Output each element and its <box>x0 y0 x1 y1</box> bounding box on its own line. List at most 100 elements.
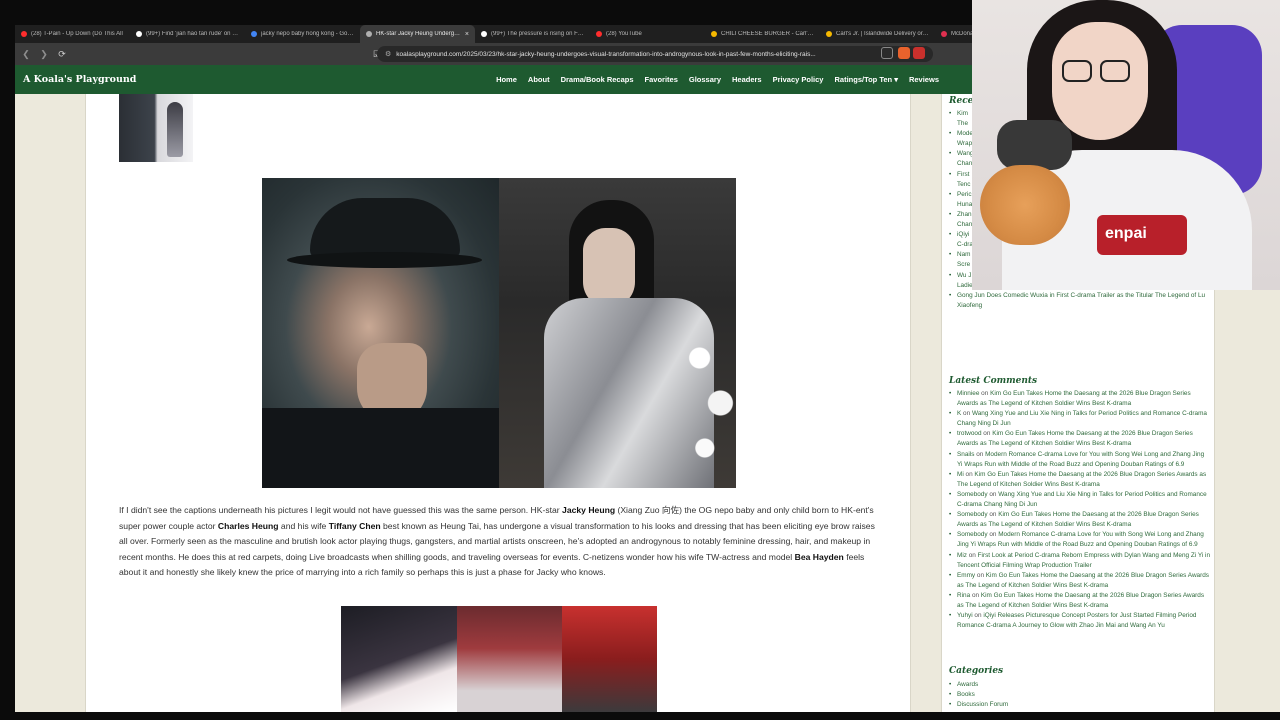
comment-author[interactable]: Snails <box>957 451 974 458</box>
nav-item[interactable]: Home <box>496 75 517 84</box>
category-label: Discussion Forum <box>957 701 1009 709</box>
comment-post-link[interactable]: Wang Xing Yue and Liu Xie Ning in Talks … <box>957 410 1207 427</box>
browser-tab[interactable]: HK-star Jacky Heung Undergoes × <box>360 25 475 43</box>
comment-post-link[interactable]: iQiyi Releases Picturesque Concept Poste… <box>957 612 1196 629</box>
comment-author[interactable]: K <box>957 410 961 417</box>
browser-tab[interactable]: (28) T-Pain - Up Down (Do This All <box>15 25 130 43</box>
category-label: Awards <box>957 681 979 688</box>
recent-post-title: Wang <box>957 150 974 158</box>
comment-item: Snails on Modern Romance C-drama Love fo… <box>949 450 1211 470</box>
category-item[interactable]: Discussion Forum <box>949 700 1211 710</box>
comment-post-link[interactable]: Kim Go Eun Takes Home the Daesang at the… <box>957 430 1193 447</box>
comment-on-word: on <box>976 571 984 579</box>
screen: (28) T-Pain - Up Down (Do This All (99+) … <box>0 0 1280 720</box>
nav-item[interactable]: Privacy Policy <box>773 75 824 84</box>
microphone <box>997 120 1072 170</box>
recent-post-item[interactable]: Gong Jun Does Comedic Wuxia in First C-d… <box>949 291 1211 311</box>
site-brand[interactable]: A Koala's Playground <box>23 74 136 85</box>
category-item[interactable]: Awards <box>949 680 1211 690</box>
comment-author[interactable]: Mi <box>957 471 964 478</box>
recent-post-title-cont: Scre <box>957 261 971 269</box>
close-tab-icon[interactable]: × <box>465 31 469 38</box>
recent-post-title: Zhan <box>957 210 972 218</box>
comment-author[interactable]: Yuhyi <box>957 612 973 619</box>
recent-post-title-cont: Chan <box>957 160 973 168</box>
category-label: Books <box>957 691 975 699</box>
comment-item: Somebody on Wang Xing Yue and Liu Xie Ni… <box>949 490 1211 510</box>
event-photos[interactable] <box>341 606 657 712</box>
nav-item[interactable]: Glossary <box>689 75 721 84</box>
comment-on-word: on <box>968 551 976 559</box>
nav-item[interactable]: Ratings/Top Ten ▾ <box>834 75 897 84</box>
comment-post-link[interactable]: Kim Go Eun Takes Home the Daesang at the… <box>957 572 1209 589</box>
nav-item[interactable]: About <box>528 75 550 84</box>
browser-tab[interactable]: CHILI CHEESE BURGER - Carl's Jr. <box>705 25 820 43</box>
back-icon[interactable]: ❮ <box>19 47 33 61</box>
comment-post-link[interactable]: Kim Go Eun Takes Home the Daesang at the… <box>957 390 1191 407</box>
recent-post-title: Peric <box>957 190 972 198</box>
comment-author[interactable]: Somebody <box>957 531 988 538</box>
comment-author[interactable]: Emmy <box>957 572 975 579</box>
comment-item: Somebody on Modern Romance C-drama Love … <box>949 530 1211 550</box>
comment-post-link[interactable]: First Look at Period C-drama Reborn Empr… <box>957 552 1210 569</box>
comment-on-word: on <box>981 390 989 397</box>
tab-title: CHILI CHEESE BURGER - Carl's Jr. <box>721 31 814 37</box>
forward-icon[interactable]: ❯ <box>37 47 51 61</box>
comment-author[interactable]: Miz <box>957 552 967 559</box>
browser-tab[interactable]: Carl's Jr. | Islandwide Delivery or Pick <box>820 25 935 43</box>
address-bar[interactable]: ⚙ koalasplayground.com/2025/03/23/hk-sta… <box>377 46 933 62</box>
comment-on-word: on <box>971 591 980 599</box>
comment-on-word: on <box>976 450 984 458</box>
nav-item[interactable]: Reviews <box>909 75 939 84</box>
comment-post-link[interactable]: Kim Go Eun Takes Home the Daesang at the… <box>957 592 1204 609</box>
site-header: A Koala's Playground Home About Drama/Book… <box>15 65 972 94</box>
brave-shield-icon[interactable] <box>898 47 910 59</box>
recent-post-title: iQiyi <box>957 231 970 239</box>
nav-item[interactable]: Favorites <box>645 75 678 84</box>
comment-item: Somebody on Kim Go Eun Takes Home the Da… <box>949 510 1211 530</box>
comment-on-word: on <box>965 470 973 478</box>
site-info-icon[interactable]: ⚙ <box>385 50 391 58</box>
latest-comments-heading: Latest Comments <box>949 376 1038 386</box>
article-paragraph: If I didn't see the captions underneath … <box>119 505 875 577</box>
recent-post-title: Kim <box>957 110 969 117</box>
extension-icon[interactable] <box>913 47 925 59</box>
browser-tab[interactable]: McDona <box>935 25 972 43</box>
comment-item: Miz on First Look at Period C-drama Rebo… <box>949 551 1211 571</box>
comment-author[interactable]: Rina <box>957 592 970 599</box>
nav-item[interactable]: Drama/Book Recaps <box>561 75 634 84</box>
comment-on-word: on <box>989 490 997 498</box>
name-charles-heung: Charles Heung <box>217 520 279 531</box>
site-nav: Home About Drama/Book Recaps Favorites Gloss… <box>496 65 939 94</box>
browser-tab[interactable]: (28) YouTube <box>590 25 705 43</box>
comment-author[interactable]: Somebody <box>957 491 988 498</box>
comment-post-link[interactable]: Modern Romance C-drama Love for You with… <box>957 451 1204 468</box>
thumbnail-image[interactable] <box>119 94 193 162</box>
photo-masculine-look <box>262 178 499 488</box>
category-item[interactable]: Books <box>949 690 1211 700</box>
browser-tab[interactable]: (99+) Find 'jian hao tan rude' on TikTok <box>130 25 245 43</box>
url-text: koalasplayground.com/2025/03/23/hk-star-… <box>396 50 816 58</box>
recent-post-title: Mode <box>957 130 973 138</box>
tab-title: (28) T-Pain - Up Down (Do This All <box>31 31 123 37</box>
tab-favicon-icon <box>481 31 487 37</box>
nav-item[interactable]: Headers <box>732 75 762 84</box>
comment-item: Rina on Kim Go Eun Takes Home the Daesan… <box>949 591 1211 611</box>
browser-toolbar: ❮ ❯ ⟳ ☑ ⚙ koalasplayground.com/2025/03/2… <box>15 43 972 65</box>
reader-mode-icon[interactable] <box>881 47 893 59</box>
reload-icon[interactable]: ⟳ <box>55 47 69 61</box>
tab-favicon-icon <box>251 31 257 37</box>
tab-title: jacky nepo baby hong kong - Google <box>261 31 354 37</box>
comment-post-link[interactable]: Kim Go Eun Takes Home the Daesang at the… <box>957 471 1206 488</box>
tab-title: Carl's Jr. | Islandwide Delivery or Pick <box>836 31 929 37</box>
tab-favicon-icon <box>711 31 717 37</box>
recent-post-title-cont: Wrap <box>957 140 973 148</box>
comment-author[interactable]: trotwood <box>957 430 982 437</box>
comment-author[interactable]: Minniee <box>957 390 979 397</box>
article-column: If I didn't see the captions underneath … <box>85 94 911 712</box>
comment-item: Mi on Kim Go Eun Takes Home the Daesang … <box>949 470 1211 490</box>
browser-tab[interactable]: (99+) The pressure is rising on FIFA <box>475 25 590 43</box>
browser-tab[interactable]: jacky nepo baby hong kong - Google <box>245 25 360 43</box>
comparison-photo[interactable] <box>262 178 736 488</box>
comment-author[interactable]: Somebody <box>957 511 988 518</box>
